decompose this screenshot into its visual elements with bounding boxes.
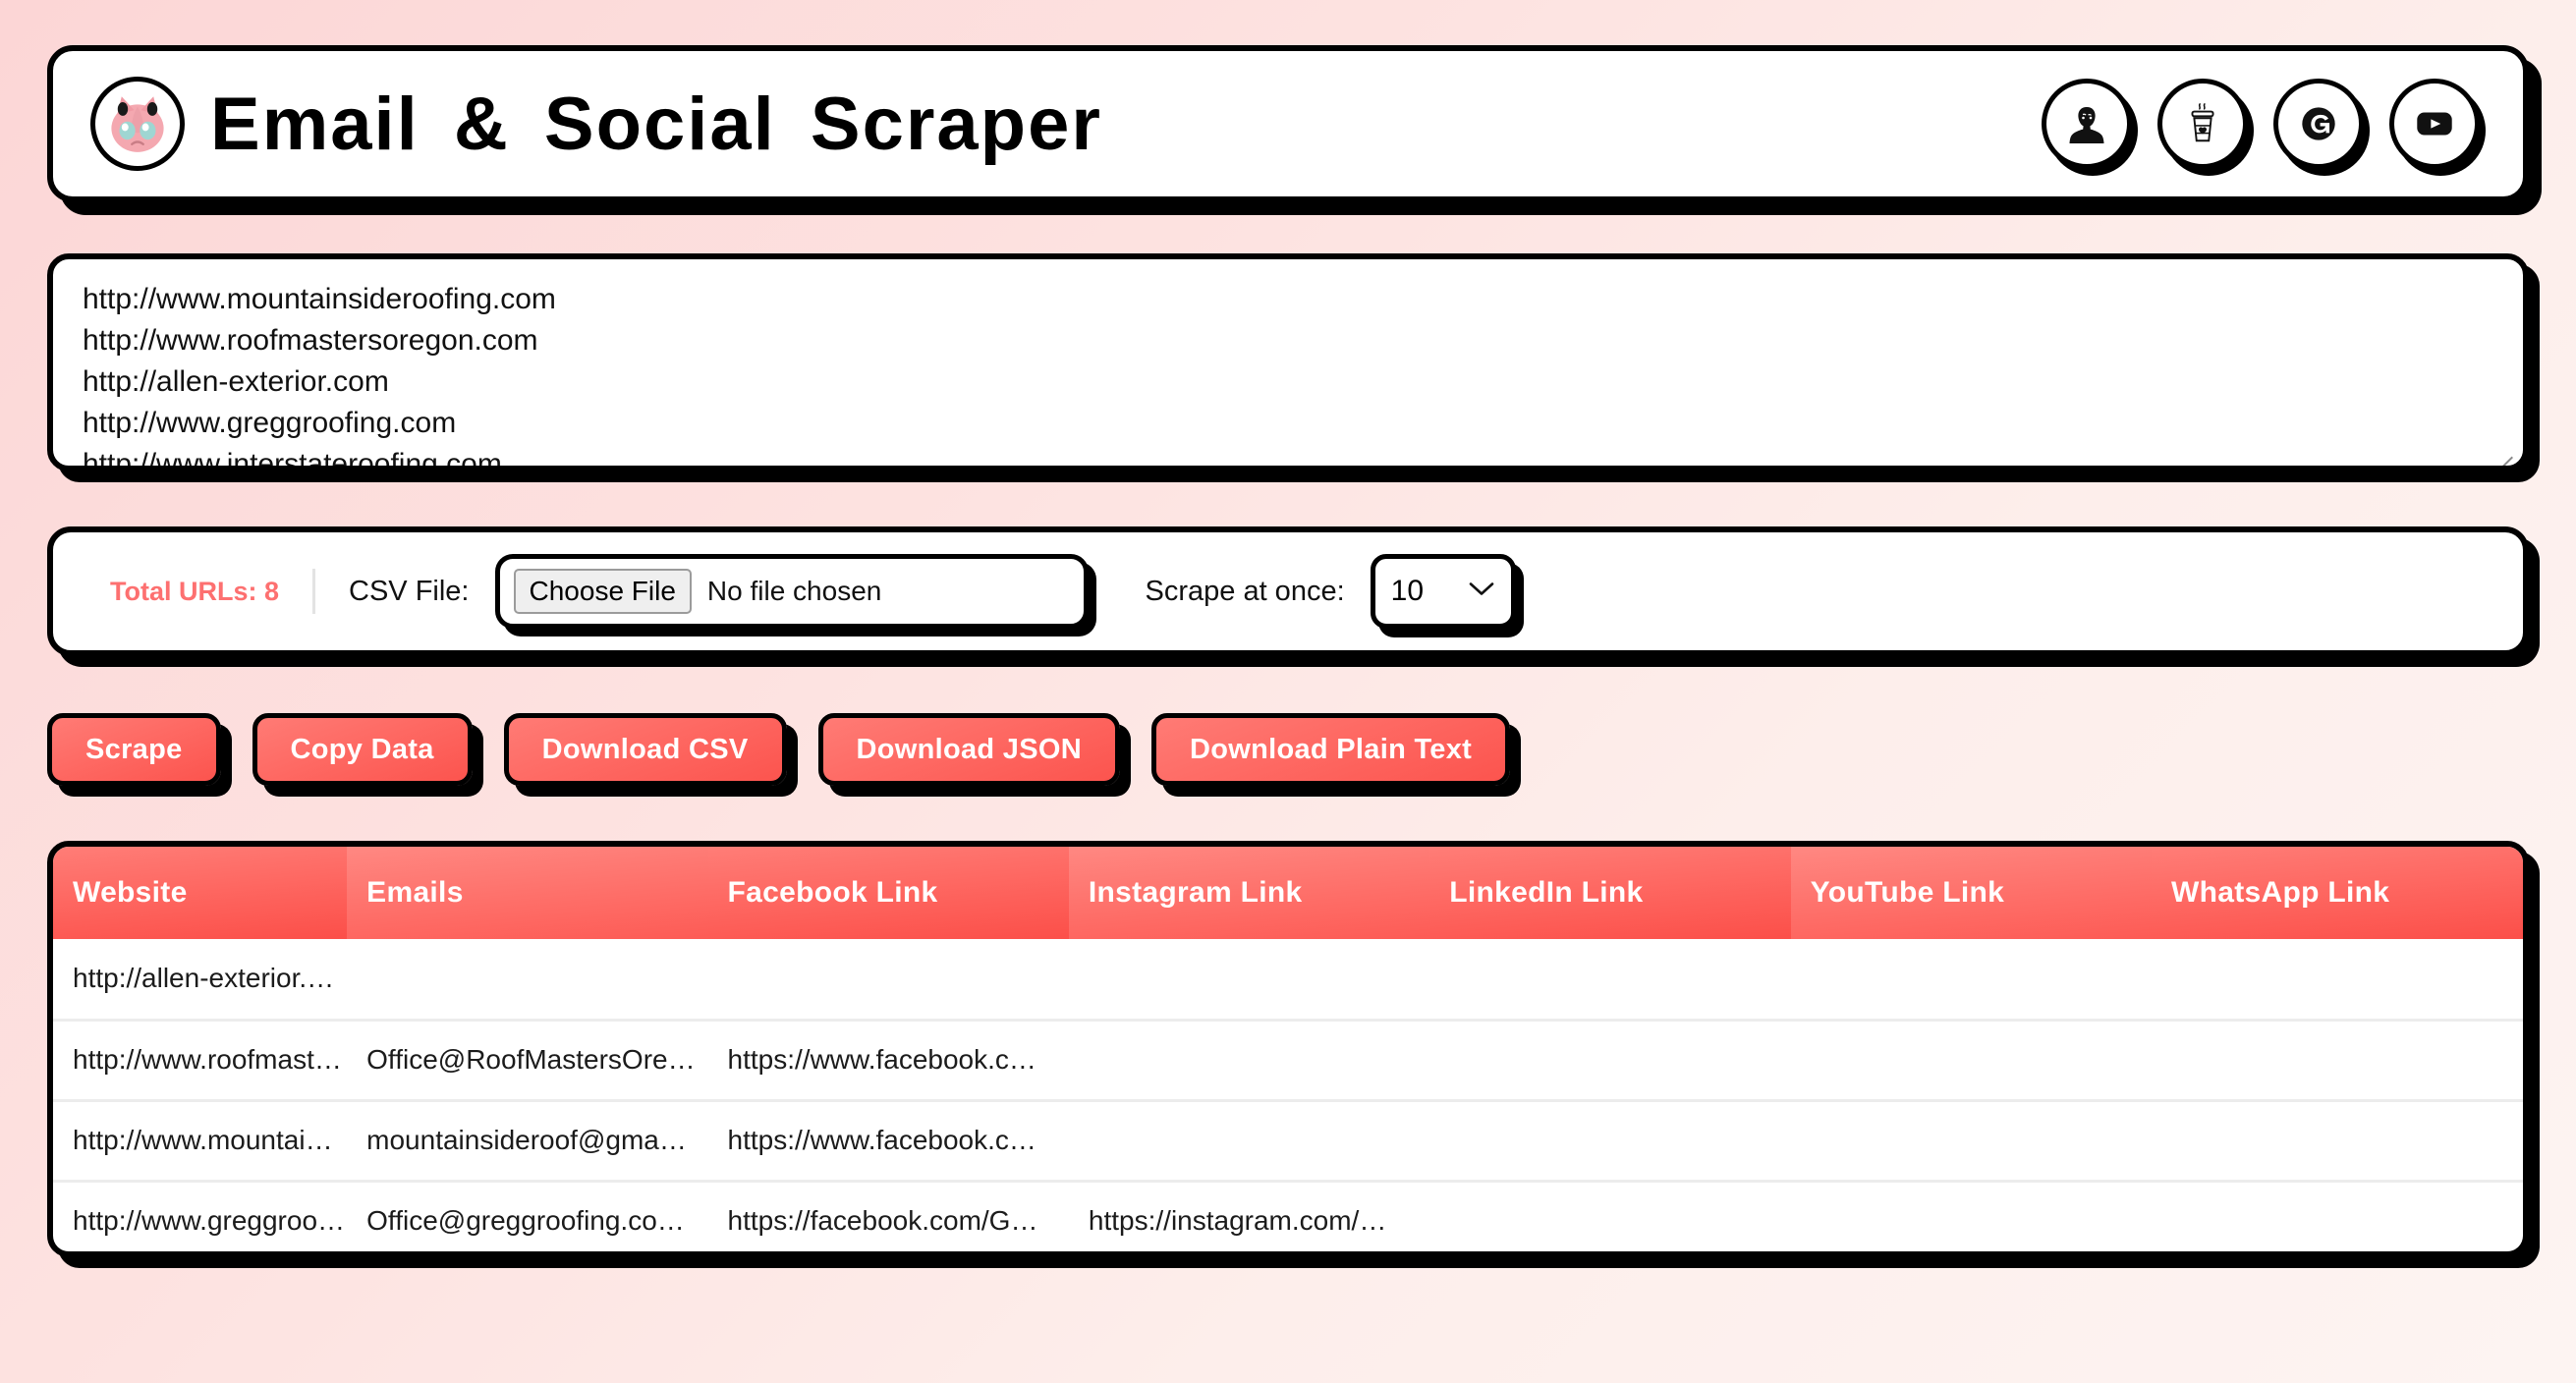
cell-instagram — [1068, 1020, 1430, 1102]
download-json-button[interactable]: Download JSON — [817, 713, 1120, 786]
cell-emails: Office@RoofMastersOre… — [347, 1020, 708, 1102]
column-header-instagram[interactable]: Instagram Link — [1068, 847, 1430, 939]
app-title: Email & Social Scraper — [210, 82, 1102, 166]
url-line: http://www.interstateroofing.com — [83, 448, 502, 471]
column-header-website[interactable]: Website — [53, 847, 348, 939]
coffee-cup-icon[interactable] — [2157, 79, 2248, 169]
url-line: http://www.mountainsideroofing.com — [83, 283, 556, 315]
table-header: Website Emails Facebook Link Instagram L… — [53, 847, 2523, 939]
cell-website: http://www.mountainsid… — [53, 1100, 348, 1183]
column-header-linkedin[interactable]: LinkedIn Link — [1429, 847, 1791, 939]
table-row[interactable]: http://www.mountainsid… mountainsideroof… — [53, 1100, 2523, 1183]
cell-facebook: https://facebook.com/G… — [707, 1181, 1069, 1251]
url-list-textarea[interactable]: http://www.mountainsideroofing.com http:… — [47, 253, 2529, 471]
textarea-resize-handle[interactable] — [2495, 440, 2515, 460]
cell-linkedin — [1429, 1181, 1791, 1251]
youtube-icon[interactable] — [2389, 79, 2480, 169]
table-row[interactable]: http://allen-exterior.com — [53, 939, 2523, 1022]
pink-creature-emoji-icon — [90, 77, 185, 171]
download-plain-text-button[interactable]: Download Plain Text — [1150, 713, 1511, 786]
table-body: http://allen-exterior.com http://www.roo… — [53, 939, 2523, 1251]
table-row[interactable]: http://www.greggroofin… Office@greggroof… — [53, 1181, 2523, 1251]
cell-emails: Office@greggroofing.co… — [347, 1181, 708, 1251]
brand: Email & Social Scraper — [90, 77, 1102, 171]
cell-whatsapp — [2152, 1020, 2523, 1102]
app-header: Email & Social Scraper — [47, 45, 2529, 202]
cell-website: http://www.greggroofin… — [53, 1181, 348, 1251]
action-button-row: Scrape Copy Data Download CSV Download J… — [47, 713, 2529, 786]
profile-avatar-icon[interactable] — [2042, 79, 2132, 169]
cell-website: http://allen-exterior.com — [53, 939, 348, 1022]
cell-emails: mountainsideroof@gma… — [347, 1100, 708, 1183]
cell-linkedin — [1429, 1100, 1791, 1183]
header-icon-group — [2042, 79, 2480, 169]
cell-emails — [347, 939, 708, 1022]
cell-whatsapp — [2152, 1181, 2523, 1251]
cell-whatsapp — [2152, 939, 2523, 1022]
gumroad-g-icon[interactable] — [2273, 79, 2364, 169]
cell-website: http://www.roofmasters… — [53, 1020, 348, 1102]
divider — [312, 569, 316, 614]
scrape-at-once-select[interactable]: 10 — [1370, 554, 1516, 629]
controls-bar: Total URLs: 8 CSV File: Choose File No f… — [47, 526, 2529, 656]
cell-youtube — [1790, 1181, 2153, 1251]
cell-facebook — [707, 939, 1069, 1022]
cell-youtube — [1790, 1020, 2153, 1102]
url-line: http://www.roofmastersoregon.com — [83, 324, 538, 357]
table-header-row: Website Emails Facebook Link Instagram L… — [53, 847, 2523, 939]
column-header-facebook[interactable]: Facebook Link — [707, 847, 1069, 939]
file-status-text: No file chosen — [706, 576, 882, 606]
csv-file-input[interactable]: Choose File No file chosen — [494, 554, 1089, 629]
chevron-down-icon — [1468, 581, 1495, 603]
scrape-button[interactable]: Scrape — [47, 713, 221, 786]
app-root: Email & Social Scraper http://www.mounta… — [0, 0, 2576, 1383]
cell-instagram — [1068, 1100, 1430, 1183]
csv-file-label: CSV File: — [349, 575, 470, 607]
cell-youtube — [1790, 939, 2153, 1022]
column-header-youtube[interactable]: YouTube Link — [1790, 847, 2153, 939]
total-urls-count: Total URLs: 8 — [110, 576, 280, 606]
column-header-emails[interactable]: Emails — [347, 847, 708, 939]
column-header-whatsapp[interactable]: WhatsApp Link — [2152, 847, 2523, 939]
url-line: http://allen-exterior.com — [83, 365, 389, 398]
table-row[interactable]: http://www.roofmasters… Office@RoofMaste… — [53, 1020, 2523, 1102]
scrape-at-once-label: Scrape at once: — [1145, 575, 1345, 607]
cell-linkedin — [1429, 1020, 1791, 1102]
cell-linkedin — [1429, 939, 1791, 1022]
cell-facebook: https://www.facebook.c… — [707, 1020, 1069, 1102]
cell-instagram: https://instagram.com/… — [1068, 1181, 1430, 1251]
scrape-at-once-value: 10 — [1390, 575, 1425, 607]
results-table: Website Emails Facebook Link Instagram L… — [53, 847, 2523, 1251]
choose-file-button[interactable]: Choose File — [513, 569, 692, 614]
scrape-at-once-group: Scrape at once: 10 — [1146, 554, 1516, 629]
results-table-container: Website Emails Facebook Link Instagram L… — [47, 841, 2529, 1257]
cell-whatsapp — [2152, 1100, 2523, 1183]
cell-youtube — [1790, 1100, 2153, 1183]
cell-facebook: https://www.facebook.c… — [707, 1100, 1069, 1183]
download-csv-button[interactable]: Download CSV — [503, 713, 787, 786]
copy-data-button[interactable]: Copy Data — [252, 713, 473, 786]
url-line: http://www.greggroofing.com — [83, 407, 457, 439]
cell-instagram — [1068, 939, 1430, 1022]
